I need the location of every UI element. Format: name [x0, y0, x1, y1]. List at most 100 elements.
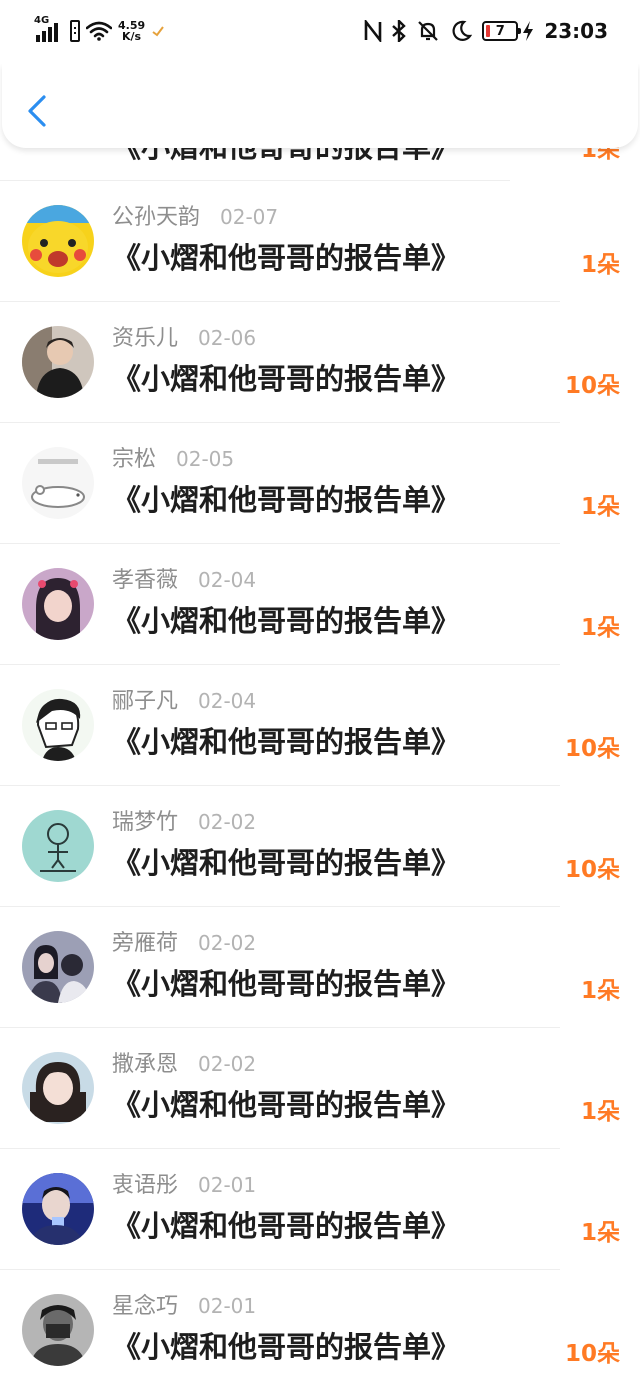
supporter-name: 瑞梦竹: [112, 810, 179, 835]
network-speed: 4.59 K/s: [118, 20, 145, 42]
item-amount: 1朵: [580, 1220, 620, 1246]
list-item[interactable]: 宗松 02-05 《小熠和他哥哥的报告单》 1朵: [0, 423, 640, 544]
item-date: 02-02: [198, 931, 257, 955]
item-title: 《小熠和他哥哥的报告单》: [112, 604, 461, 638]
item-date: 02-07: [220, 205, 279, 229]
notification-icon: [152, 26, 164, 37]
item-amount: 10朵: [564, 857, 620, 883]
speed-unit: K/s: [122, 30, 142, 43]
item-meta: 孝香薇 02-04: [112, 562, 257, 593]
item-date: 02-04: [198, 568, 257, 592]
signal-icon: 4G: [34, 15, 64, 44]
status-right: 7 23:03: [364, 16, 608, 46]
list-item[interactable]: 瑞梦竹 02-02 《小熠和他哥哥的报告单》 10朵: [0, 786, 640, 907]
supporter-name: 资乐儿: [112, 326, 179, 351]
item-meta: 衷语彤 02-01: [112, 1167, 257, 1198]
item-amount: 10朵: [564, 736, 620, 762]
item-title: 《小熠和他哥哥的报告单》: [112, 1330, 461, 1364]
photo-avatar: [22, 1294, 94, 1366]
item-date: 02-01: [198, 1294, 257, 1318]
do-not-disturb-icon: [452, 20, 473, 41]
item-date: 02-02: [198, 1052, 257, 1076]
avatar: [22, 568, 94, 640]
item-meta: 瑞梦竹 02-02: [112, 804, 257, 835]
item-amount: 1朵: [580, 494, 620, 520]
list-item[interactable]: 公孙天韵 02-07 《小熠和他哥哥的报告单》 1朵: [0, 181, 640, 302]
avatar: [22, 205, 94, 277]
item-meta: 郦子凡 02-04: [112, 683, 257, 714]
avatar: [22, 1294, 94, 1366]
back-icon[interactable]: [24, 94, 50, 128]
avatar: [22, 447, 94, 519]
wifi-icon: [86, 21, 112, 41]
item-title: 《小熠和他哥哥的报告单》: [112, 967, 461, 1001]
supporter-name: 宗松: [112, 447, 157, 472]
supporter-name: 公孙天韵: [112, 205, 201, 230]
supporter-name: 郦子凡: [112, 689, 179, 714]
item-date: 02-06: [198, 326, 257, 350]
item-amount: 1朵: [580, 615, 620, 641]
item-title: 《小熠和他哥哥的报告单》: [112, 1088, 461, 1122]
pikachu-avatar: [22, 205, 94, 277]
supporter-name: 旁雁荷: [112, 931, 179, 956]
item-title: 《小熠和他哥哥的报告单》: [112, 846, 461, 880]
avatar: [22, 1173, 94, 1245]
photo-avatar: [22, 1173, 94, 1245]
item-title: 《小熠和他哥哥的报告单》: [112, 483, 461, 517]
list-item[interactable]: 旁雁荷 02-02 《小熠和他哥哥的报告单》 1朵: [0, 907, 640, 1028]
network-label: 4G: [34, 15, 50, 26]
item-title: 《小熠和他哥哥的报告单》: [112, 725, 461, 759]
battery-icon: 7: [482, 21, 522, 41]
status-bar: 4G 4.59 K/s 7 23:03: [0, 0, 640, 64]
sketch-avatar: [22, 689, 94, 761]
avatar: [22, 931, 94, 1003]
item-meta: 星念巧 02-01: [112, 1288, 257, 1319]
hamster-avatar: [22, 447, 94, 519]
item-meta: 宗松 02-05: [112, 441, 235, 472]
item-amount: 1朵: [580, 252, 620, 278]
supporter-name: 孝香薇: [112, 568, 179, 593]
item-date: 02-02: [198, 810, 257, 834]
nfc-icon: [365, 20, 382, 42]
photo-avatar: [22, 1052, 94, 1124]
avatar: [22, 326, 94, 398]
item-date: 02-05: [176, 447, 235, 471]
list-item[interactable]: 星念巧 02-01 《小熠和他哥哥的报告单》 10朵: [0, 1270, 640, 1387]
supporter-name: 星念巧: [112, 1294, 179, 1319]
bluetooth-icon: [392, 20, 407, 42]
item-meta: 资乐儿 02-06: [112, 320, 257, 351]
avatar: [22, 1052, 94, 1124]
battery-level: 7: [495, 23, 505, 39]
mute-icon: [418, 21, 439, 41]
list-item[interactable]: 孝香薇 02-04 《小熠和他哥哥的报告单》 1朵: [0, 544, 640, 665]
item-amount: 10朵: [564, 373, 620, 399]
item-meta: 撒承恩 02-02: [112, 1046, 257, 1077]
item-title: 《小熠和他哥哥的报告单》: [112, 362, 461, 396]
item-amount: 1朵: [580, 978, 620, 1004]
item-meta: 旁雁荷 02-02: [112, 925, 257, 956]
supporter-name: 撒承恩: [112, 1052, 179, 1077]
photo-avatar: [22, 326, 94, 398]
sim-icon: [70, 20, 80, 42]
list-item[interactable]: 资乐儿 02-06 《小熠和他哥哥的报告单》 10朵: [0, 302, 640, 423]
item-date: 02-01: [198, 1173, 257, 1197]
item-title: 《小熠和他哥哥的报告单》: [112, 1209, 461, 1243]
photo-avatar: [22, 568, 94, 640]
item-meta: 公孙天韵 02-07: [112, 199, 279, 230]
photo-avatar: [22, 931, 94, 1003]
clock: 23:03: [544, 19, 608, 43]
supporter-list: 《小熠和他哥哥的报告单》 1朵 公孙天韵 02-07 《小熠和他哥哥的报告单》 …: [0, 0, 640, 1387]
status-left: 4G 4.59 K/s: [34, 15, 165, 46]
item-amount: 10朵: [564, 1341, 620, 1367]
avatar: [22, 689, 94, 761]
supporter-name: 衷语彤: [112, 1173, 179, 1198]
item-title: 《小熠和他哥哥的报告单》: [112, 241, 461, 275]
avatar: [22, 810, 94, 882]
list-item[interactable]: 撒承恩 02-02 《小熠和他哥哥的报告单》 1朵: [0, 1028, 640, 1149]
nav-header: [2, 64, 638, 148]
list-item[interactable]: 郦子凡 02-04 《小熠和他哥哥的报告单》 10朵: [0, 665, 640, 786]
doodle-avatar: [22, 810, 94, 882]
list-item[interactable]: 衷语彤 02-01 《小熠和他哥哥的报告单》 1朵: [0, 1149, 640, 1270]
item-date: 02-04: [198, 689, 257, 713]
charging-icon: [523, 21, 534, 41]
